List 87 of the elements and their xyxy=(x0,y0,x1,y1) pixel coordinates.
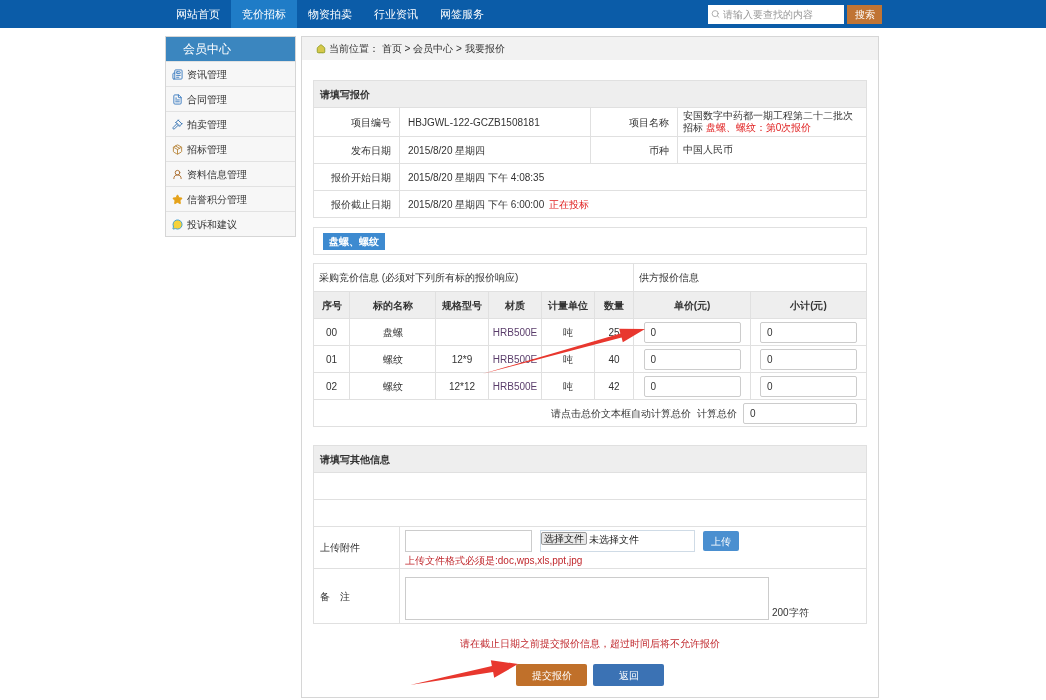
subtotal-input[interactable]: 0 xyxy=(760,375,857,397)
table-cell-text: 00 xyxy=(325,325,338,340)
total-hint: 请点击总价文本框自动计算总价 xyxy=(551,406,691,421)
breadcrumb: 当前位置： 首页 > 会员中心 > 我要报价 xyxy=(329,42,505,56)
search-field[interactable]: 请输入要查找的内容 xyxy=(708,4,844,24)
field-label: 项目名称 xyxy=(591,108,678,136)
person-icon xyxy=(172,168,183,180)
chat-icon xyxy=(172,218,183,230)
column-header: 规格型号 xyxy=(436,292,489,318)
char-limit: 200字符 xyxy=(772,606,809,620)
sidebar-item[interactable]: 资讯管理 xyxy=(166,61,295,86)
star-icon xyxy=(172,193,183,205)
column-header: 数量 xyxy=(595,292,634,318)
field-value: HBJGWL-122-GCZB1508181 xyxy=(408,115,540,130)
column-header: 材质 xyxy=(489,292,542,318)
field-label: 报价开始日期 xyxy=(314,164,400,190)
upload-hint: 上传文件格式必须是:doc,wps,xls,ppt,jpg xyxy=(405,554,584,568)
table-cell-text: 12*12 xyxy=(448,379,476,394)
field-value: 2015/8/20 星期四 下午 4:08:35 xyxy=(408,170,545,185)
field-label: 项目编号 xyxy=(314,108,400,136)
table-caption: 供方报价信息 xyxy=(638,271,700,285)
section-header: 请填写其他信息 xyxy=(314,446,866,472)
package-icon xyxy=(172,143,183,155)
field-label: 备 注 xyxy=(314,569,400,623)
field-label: 上传附件 xyxy=(314,527,400,568)
column-header: 标的名称 xyxy=(350,292,436,318)
sidebar-item[interactable]: 信誉积分管理 xyxy=(166,186,295,211)
section-header: 请填写报价 xyxy=(314,81,866,107)
nav-tab[interactable]: 行业资讯 xyxy=(363,0,429,28)
total-label: 计算总价 xyxy=(697,406,737,421)
unit-price-input[interactable]: 0 xyxy=(643,321,741,343)
search-button[interactable]: 搜索 xyxy=(847,4,882,24)
document-icon xyxy=(172,93,183,105)
field-label: 报价截止日期 xyxy=(314,191,400,217)
field-value: 2015/8/20 星期四 xyxy=(408,143,486,158)
submit-button[interactable]: 提交报价 xyxy=(516,664,587,686)
field-label: 发布日期 xyxy=(314,137,400,163)
table-cell-text: 12*9 xyxy=(451,352,473,367)
attachment-field[interactable] xyxy=(405,530,532,552)
status-text: 正在投标 xyxy=(549,197,590,212)
table-cell-text: 吨 xyxy=(563,379,573,394)
table-cell-text: 吨 xyxy=(563,325,573,340)
nav-tab[interactable]: 物资拍卖 xyxy=(297,0,363,28)
file-field[interactable]: 选择文件 未选择文件 xyxy=(540,530,695,552)
unit-price-input[interactable]: 0 xyxy=(643,375,741,397)
column-header: 单价(元) xyxy=(634,292,751,318)
table-cell-text: 40 xyxy=(608,352,620,367)
unit-price-input[interactable]: 0 xyxy=(643,348,741,370)
field-value: 2015/8/20 星期四 下午 6:00:00 xyxy=(408,197,545,212)
sidebar-item[interactable]: 投诉和建议 xyxy=(166,211,295,236)
category-tab[interactable]: 盘螺、螺纹 xyxy=(323,232,385,250)
table-cell-text: 01 xyxy=(325,352,338,367)
field-value: 中国人民币 xyxy=(683,144,733,156)
choose-file-button[interactable]: 选择文件 xyxy=(541,532,587,545)
gavel-icon xyxy=(172,118,183,130)
back-button[interactable]: 返回 xyxy=(593,664,664,686)
table-cell-text: 42 xyxy=(608,379,620,394)
table-cell-text: 螺纹 xyxy=(382,379,403,394)
deadline-warning: 请在截止日期之前提交报价信息，超过时间后将不允许报价 xyxy=(459,637,721,651)
file-status: 未选择文件 xyxy=(589,533,639,547)
home-icon xyxy=(316,43,326,54)
notes-field[interactable] xyxy=(405,577,769,620)
table-cell-text: 吨 xyxy=(563,352,573,367)
nav-tab[interactable]: 竞价招标 xyxy=(231,0,297,28)
nav-tab[interactable]: 网站首页 xyxy=(165,0,231,28)
table-cell-text: HRB500E xyxy=(492,352,538,367)
newspaper-icon xyxy=(172,68,183,80)
sidebar-item[interactable]: 招标管理 xyxy=(166,136,295,161)
table-cell-text: HRB500E xyxy=(492,325,538,340)
column-header: 计量单位 xyxy=(542,292,595,318)
sidebar-item[interactable]: 资料信息管理 xyxy=(166,161,295,186)
table-cell-text: HRB500E xyxy=(492,379,538,394)
total-input[interactable]: 0 xyxy=(743,402,857,424)
field-label: 币种 xyxy=(591,137,678,163)
column-header: 序号 xyxy=(314,292,350,318)
nav-tab[interactable]: 网签服务 xyxy=(429,0,495,28)
sidebar-title: 会员中心 xyxy=(166,37,295,61)
sidebar-item[interactable]: 合同管理 xyxy=(166,86,295,111)
subtotal-input[interactable]: 0 xyxy=(760,321,857,343)
table-cell-text: 盘螺 xyxy=(382,325,403,340)
sidebar-item[interactable]: 拍卖管理 xyxy=(166,111,295,136)
table-cell-text: 02 xyxy=(325,379,338,394)
subtotal-input[interactable]: 0 xyxy=(760,348,857,370)
column-header: 小计(元) xyxy=(789,298,828,313)
field-value: 安国数字中药都一期工程第二十二批次招标 盘螺、螺纹：第0次报价 xyxy=(683,110,854,134)
table-cell-text: 螺纹 xyxy=(382,352,403,367)
search-icon xyxy=(711,9,721,19)
